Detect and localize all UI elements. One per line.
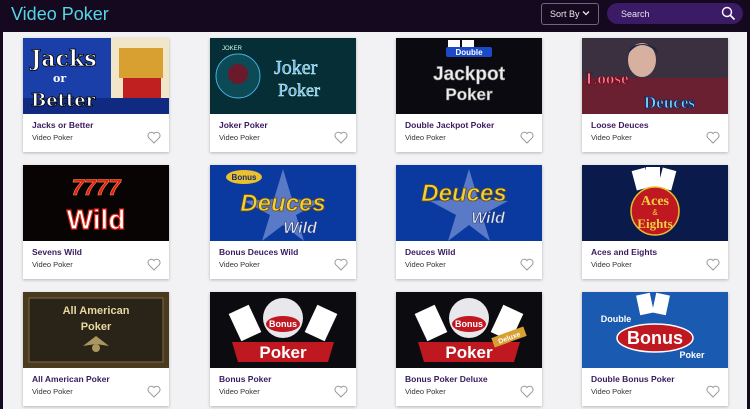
page-title: Video Poker <box>11 4 109 24</box>
game-thumbnail[interactable]: Loose Deuces <box>582 38 728 114</box>
art-text: Poker <box>445 85 493 104</box>
art-text: Poker <box>679 350 705 360</box>
game-card-double-jackpot-poker[interactable]: Double Jackpot Poker Double Jackpot Poke… <box>396 38 542 152</box>
art-text: Loose <box>586 69 629 88</box>
sort-by-label: Sort By <box>550 9 580 19</box>
heart-icon[interactable] <box>147 385 161 398</box>
game-title[interactable]: Aces and Eights <box>591 247 657 257</box>
search-box[interactable] <box>607 3 743 24</box>
art-text: All American <box>63 305 130 317</box>
heart-icon[interactable] <box>147 258 161 271</box>
art-text: Bonus <box>455 319 483 329</box>
game-title[interactable]: Loose Deuces <box>591 120 649 130</box>
art-text: Poker <box>81 321 112 333</box>
sort-by-button[interactable]: Sort By <box>541 3 599 25</box>
game-card-joker-poker[interactable]: Joker Poker JOKER Joker Poker Video Poke… <box>210 38 356 152</box>
game-thumbnail[interactable]: Aces & Eights <box>582 165 728 241</box>
heart-icon[interactable] <box>334 131 348 144</box>
art-text: Deuces <box>421 180 506 207</box>
game-category: Video Poker <box>591 260 632 269</box>
heart-icon[interactable] <box>520 131 534 144</box>
art-text: Bonus <box>232 173 257 182</box>
game-card-all-american-poker[interactable]: All American Poker All American Poker Vi… <box>23 292 169 406</box>
art-text: or <box>53 72 66 85</box>
game-card-double-bonus-poker[interactable]: Double Bonus Poker Double Bonus Poker Vi… <box>582 292 728 406</box>
game-grid: Jacks or Better Jacks or Better Video Po… <box>3 32 747 409</box>
game-thumbnail[interactable]: Jacks or Better <box>23 38 169 114</box>
heart-icon[interactable] <box>147 131 161 144</box>
game-card-jacks-or-better[interactable]: Jacks or Better Jacks or Better Video Po… <box>23 38 169 152</box>
art-text: Aces <box>641 194 670 209</box>
game-category: Video Poker <box>32 133 73 142</box>
heart-icon[interactable] <box>520 385 534 398</box>
search-icon[interactable] <box>720 5 737 22</box>
art-text: 7777 <box>72 175 123 200</box>
game-category: Video Poker <box>591 133 632 142</box>
game-category: Video Poker <box>591 387 632 396</box>
game-title[interactable]: Sevens Wild <box>32 247 82 257</box>
art-text: JOKER <box>222 46 243 52</box>
game-thumbnail[interactable]: All American Poker <box>23 292 169 368</box>
game-category: Video Poker <box>405 387 446 396</box>
game-card-aces-and-eights[interactable]: Aces & Eights Aces and Eights Video Poke… <box>582 165 728 279</box>
game-title[interactable]: Bonus Poker <box>219 374 271 384</box>
art-text: Better <box>31 90 96 111</box>
art-text: Jacks <box>29 46 97 72</box>
game-title[interactable]: Bonus Deuces Wild <box>219 247 298 257</box>
game-card-bonus-poker[interactable]: Bonus Poker Bonus Poker Video Poker <box>210 292 356 406</box>
heart-icon[interactable] <box>520 258 534 271</box>
art-text: Eights <box>637 216 672 231</box>
art-text: Joker <box>274 57 318 79</box>
art-text: Jackpot <box>433 64 505 85</box>
game-thumbnail[interactable]: Bonus Deuces Wild <box>210 165 356 241</box>
game-thumbnail[interactable]: Bonus Poker Deluxe <box>396 292 542 368</box>
heart-icon[interactable] <box>706 258 720 271</box>
game-title[interactable]: Jacks or Better <box>32 120 93 130</box>
game-thumbnail[interactable]: Double Jackpot Poker <box>396 38 542 114</box>
game-thumbnail[interactable]: 7777 Wild <box>23 165 169 241</box>
art-text: Bonus <box>627 328 683 348</box>
game-title[interactable]: Double Jackpot Poker <box>405 120 494 130</box>
art-text: Poker <box>445 343 493 362</box>
art-text: Poker <box>259 343 307 362</box>
game-card-bonus-poker-deluxe[interactable]: Bonus Poker Deluxe Bonus Poker Deluxe Vi… <box>396 292 542 406</box>
heart-icon[interactable] <box>706 131 720 144</box>
game-card-loose-deuces[interactable]: Loose Deuces Loose Deuces Video Poker <box>582 38 728 152</box>
heart-icon[interactable] <box>334 385 348 398</box>
heart-icon[interactable] <box>334 258 348 271</box>
game-title[interactable]: All American Poker <box>32 374 110 384</box>
game-thumbnail[interactable]: Joker Poker JOKER <box>210 38 356 114</box>
game-card-sevens-wild[interactable]: 7777 Wild Sevens Wild Video Poker <box>23 165 169 279</box>
art-text: Deuces <box>644 93 695 112</box>
game-title[interactable]: Deuces Wild <box>405 247 455 257</box>
art-text: Double <box>601 314 632 324</box>
art-text: Bonus <box>269 319 297 329</box>
game-category: Video Poker <box>219 260 260 269</box>
game-category: Video Poker <box>219 387 260 396</box>
top-bar: Video Poker Sort By <box>0 0 750 32</box>
art-text: Wild <box>471 210 506 227</box>
art-text: Wild <box>67 204 126 235</box>
game-category: Video Poker <box>405 133 446 142</box>
search-input[interactable] <box>621 7 716 20</box>
game-card-deuces-wild[interactable]: Deuces Wild Deuces Wild Video Poker <box>396 165 542 279</box>
art-text: Double <box>455 48 483 57</box>
game-category: Video Poker <box>219 133 260 142</box>
game-title[interactable]: Double Bonus Poker <box>591 374 675 384</box>
art-text: Wild <box>283 220 318 237</box>
heart-icon[interactable] <box>706 385 720 398</box>
chevron-down-icon <box>582 11 590 16</box>
art-text: Deuces <box>240 190 325 217</box>
game-title[interactable]: Joker Poker <box>219 120 268 130</box>
game-card-bonus-deuces-wild[interactable]: Bonus Deuces Wild Bonus Deuces Wild Vide… <box>210 165 356 279</box>
game-category: Video Poker <box>405 260 446 269</box>
game-category: Video Poker <box>32 260 73 269</box>
game-title[interactable]: Bonus Poker Deluxe <box>405 374 488 384</box>
game-category: Video Poker <box>32 387 73 396</box>
game-thumbnail[interactable]: Deuces Wild <box>396 165 542 241</box>
art-text: Poker <box>278 80 320 100</box>
game-thumbnail[interactable]: Double Bonus Poker <box>582 292 728 368</box>
game-thumbnail[interactable]: Bonus Poker <box>210 292 356 368</box>
